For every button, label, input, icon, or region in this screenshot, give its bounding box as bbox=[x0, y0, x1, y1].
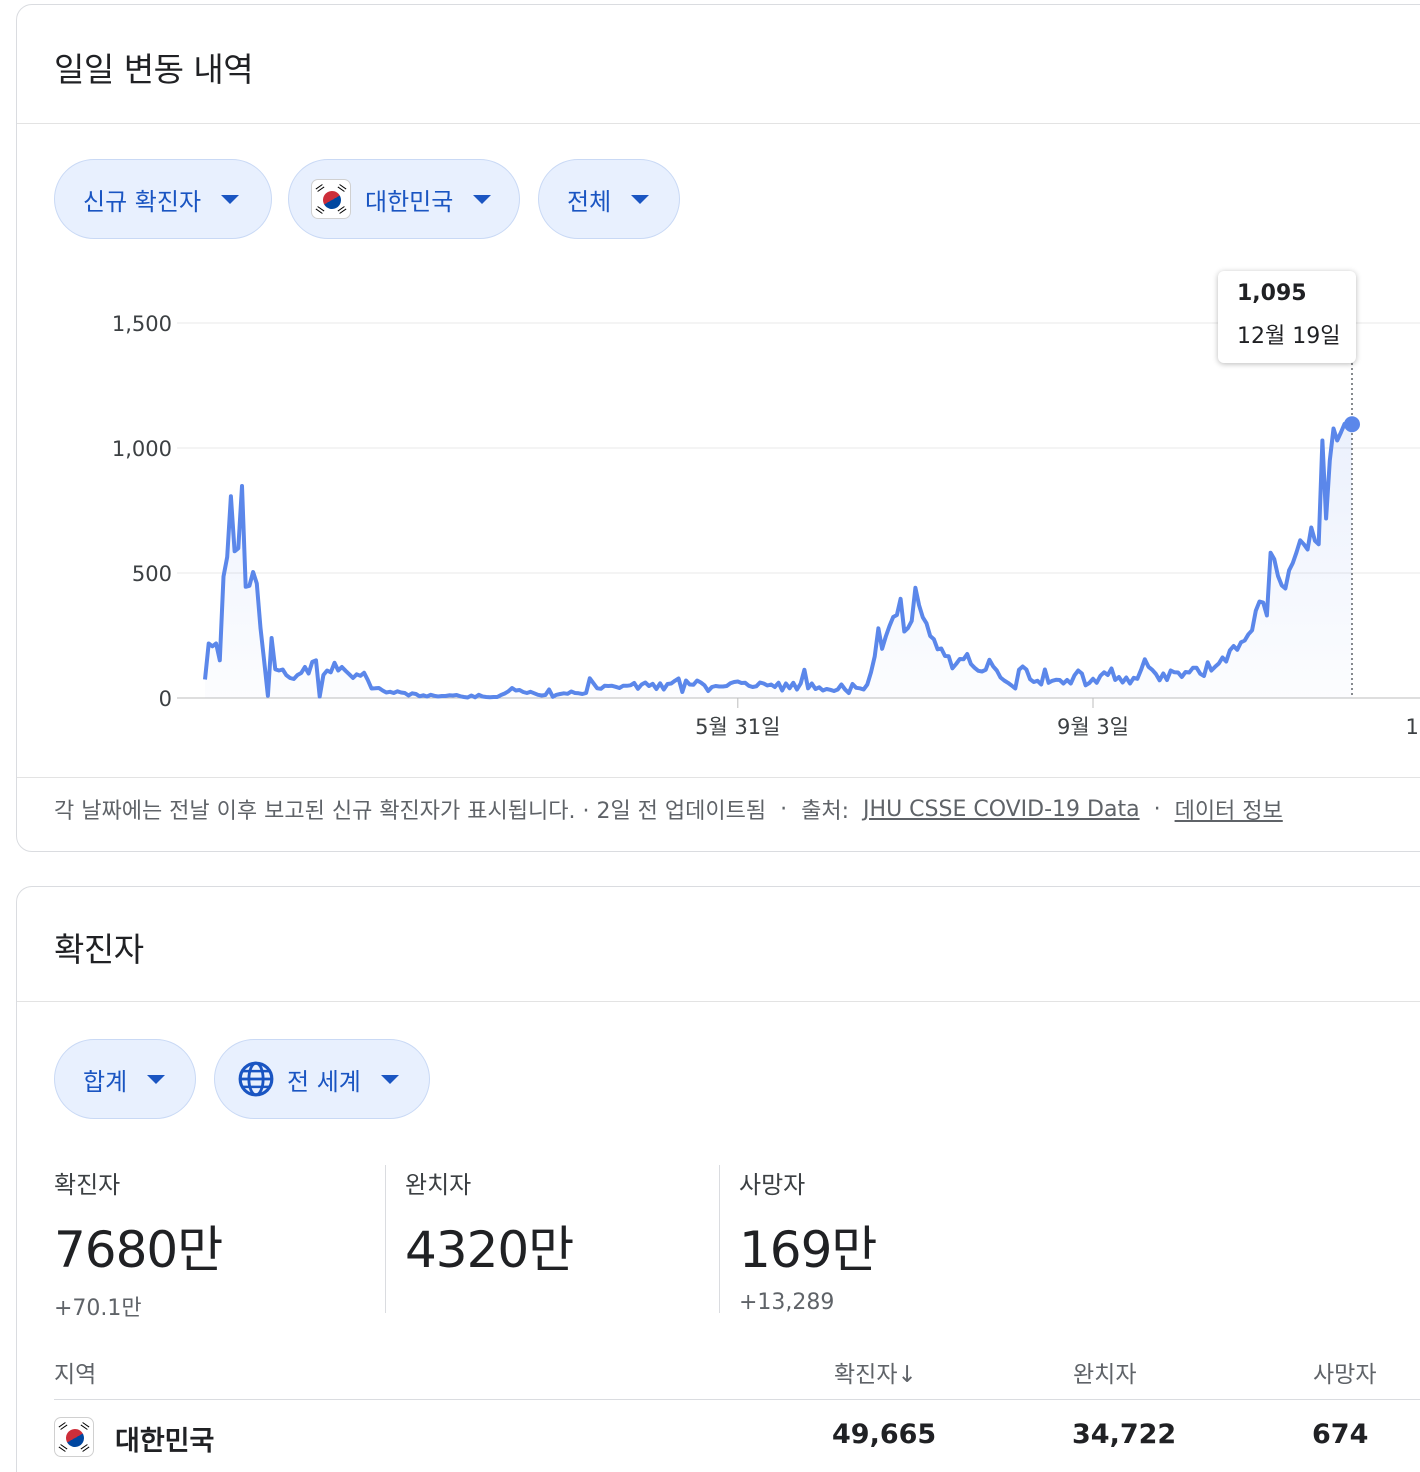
world-region-dropdown[interactable]: 전 세계 bbox=[214, 1039, 430, 1119]
column-header-recovered[interactable]: 완치자 bbox=[1073, 1355, 1136, 1389]
divider bbox=[385, 1165, 386, 1313]
row-region: 대한민국 bbox=[115, 1426, 215, 1457]
row-confirmed: 49,665 bbox=[832, 1419, 937, 1450]
series-line bbox=[203, 421, 1354, 700]
stat-label: 사망자 bbox=[739, 1171, 806, 1199]
daily-cases-chart[interactable]: 1,500 1,000 500 0 5월 31일 9월 3일 12월 7일 bbox=[17, 5, 1420, 785]
south-korea-flag-icon bbox=[54, 1417, 94, 1457]
stat-value: 169만 bbox=[739, 1221, 877, 1279]
hover-point[interactable] bbox=[1344, 416, 1360, 433]
row-recovered: 34,722 bbox=[1072, 1419, 1177, 1450]
caret-down-icon bbox=[380, 1074, 399, 1084]
daily-changes-card: 일일 변동 내역 신규 확진자 대한민국 전체 1,500 1,000 500 0 5월… bbox=[16, 4, 1420, 852]
stat-confirmed: 확진자 7680만 +70.1만 bbox=[54, 1165, 223, 1322]
source-label: 출처: bbox=[801, 799, 850, 824]
cases-card: 확진자 합계 전 세계 확진자 7680만 +70.1만 완치자 4320만 사… bbox=[16, 886, 1420, 1472]
y-tick-label: 0 bbox=[159, 687, 172, 711]
globe-icon bbox=[238, 1061, 274, 1097]
y-tick-label: 1,000 bbox=[112, 437, 172, 461]
x-tick-label: 9월 3일 bbox=[1057, 715, 1129, 739]
stat-label: 완치자 bbox=[405, 1171, 472, 1199]
x-tick-label: 5월 31일 bbox=[695, 715, 780, 739]
column-header-confirmed-sort[interactable]: 확진자↓ bbox=[834, 1355, 917, 1389]
y-tick-label: 500 bbox=[132, 562, 172, 586]
stat-value: 4320만 bbox=[405, 1221, 574, 1279]
stat-deaths: 사망자 169만 +13,289 bbox=[739, 1165, 877, 1315]
world-region-label: 전 세계 bbox=[287, 1067, 361, 1096]
data-info-link[interactable]: 데이터 정보 bbox=[1175, 793, 1283, 825]
cases-card-title: 확진자 bbox=[54, 930, 144, 969]
tooltip-value: 1,095 bbox=[1237, 281, 1307, 306]
stat-delta: +13,289 bbox=[739, 1290, 835, 1315]
stat-recovered: 완치자 4320만 bbox=[405, 1165, 574, 1290]
column-header-deaths[interactable]: 사망자 bbox=[1313, 1355, 1376, 1389]
stat-delta: +70.1만 bbox=[54, 1296, 142, 1321]
footer-note-text: 각 날짜에는 전날 이후 보고된 신규 확진자가 표시됩니다. · 2일 전 업… bbox=[54, 799, 767, 824]
row-deaths: 674 bbox=[1312, 1419, 1369, 1450]
source-link[interactable]: JHU CSSE COVID-19 Data bbox=[863, 797, 1140, 822]
caret-down-icon bbox=[147, 1074, 166, 1084]
chart-footer: 각 날짜에는 전날 이후 보고된 신규 확진자가 표시됩니다. · 2일 전 업… bbox=[54, 793, 1283, 825]
aggregate-dropdown-label: 합계 bbox=[83, 1067, 128, 1096]
divider bbox=[17, 1001, 1420, 1002]
footer-separator: · bbox=[1153, 796, 1161, 822]
footer-separator: · bbox=[780, 796, 788, 822]
y-tick-label: 1,500 bbox=[112, 312, 172, 336]
column-header-region: 지역 bbox=[54, 1362, 97, 1388]
stat-value: 7680만 bbox=[54, 1221, 223, 1279]
divider bbox=[17, 777, 1420, 778]
chart-tooltip: 1,095 12월 19일 bbox=[1218, 271, 1356, 363]
stat-label: 확진자 bbox=[54, 1171, 121, 1199]
aggregate-dropdown[interactable]: 합계 bbox=[54, 1039, 196, 1119]
tooltip-date: 12월 19일 bbox=[1237, 324, 1341, 349]
x-tick-label: 12월 7일 bbox=[1405, 715, 1420, 739]
divider bbox=[719, 1165, 720, 1313]
divider bbox=[54, 1399, 1420, 1400]
series-area bbox=[205, 423, 1352, 698]
